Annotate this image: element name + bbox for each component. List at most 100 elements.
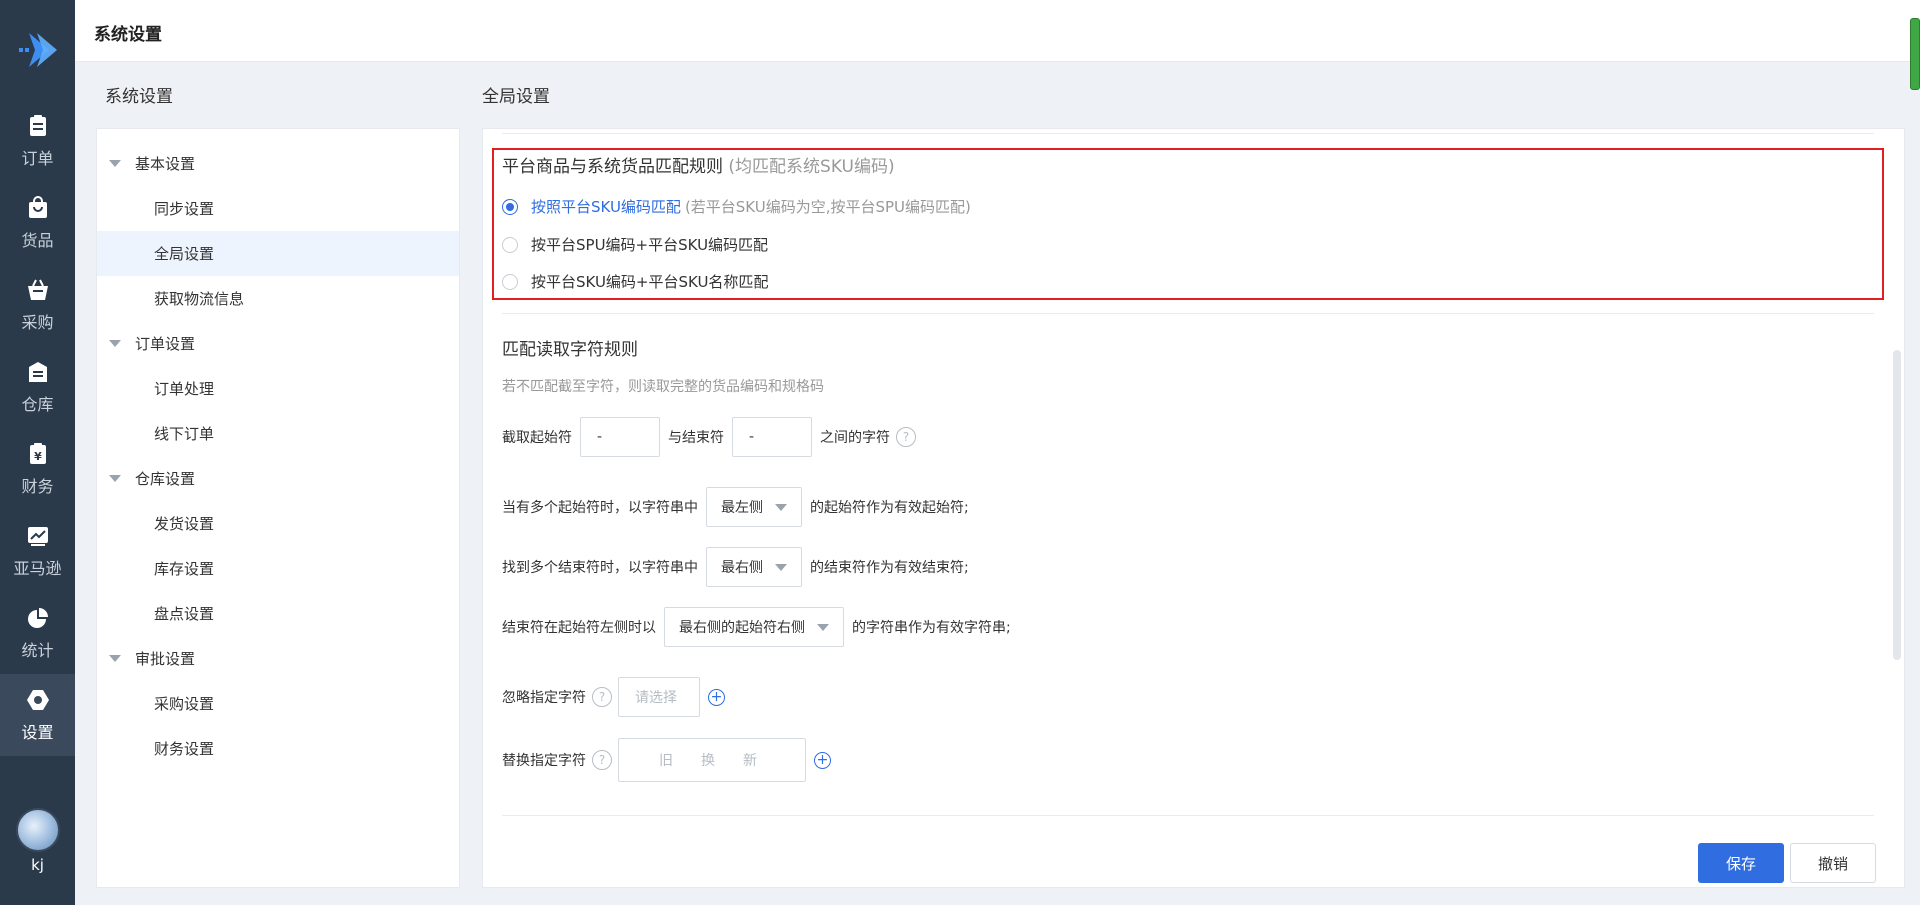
ignore-char-select[interactable]: 请选择 — [618, 677, 700, 717]
settings-icon — [26, 690, 49, 710]
caret-down-icon — [109, 340, 121, 347]
tree-item-order-process[interactable]: 订单处理 — [97, 366, 459, 411]
ignore-label: 忽略指定字符 — [502, 690, 586, 706]
top-divider — [502, 133, 1874, 134]
ignore-row: 忽略指定字符 ? 请选择 + — [502, 677, 725, 717]
amazon-chart-icon — [27, 527, 48, 546]
help-icon[interactable]: ? — [592, 687, 612, 707]
option-label: 按平台SPU编码+平台SKU编码匹配 — [531, 236, 769, 254]
radio-icon[interactable] — [502, 273, 518, 290]
tree-item-offline-order[interactable]: 线下订单 — [97, 411, 459, 456]
settings-tree-title: 系统设置 — [105, 87, 173, 107]
help-icon[interactable]: ? — [592, 750, 612, 770]
multi-end-row: 找到多个结束符时，以字符串中 最右侧 的结束符作为有效结束符; — [502, 547, 969, 587]
tree-label: 审批设置 — [135, 650, 196, 668]
nav-item-finance[interactable]: ¥ 财务 — [0, 428, 75, 510]
tree-label: 线下订单 — [154, 425, 215, 443]
tree-item-sync[interactable]: 同步设置 — [97, 186, 459, 231]
nav-item-label: 设置 — [21, 723, 54, 742]
tree-label: 订单设置 — [135, 335, 196, 353]
help-icon[interactable]: ? — [896, 427, 916, 447]
nav-item-orders[interactable]: 订单 — [0, 100, 75, 182]
tree-label: 发货设置 — [154, 515, 215, 533]
tree-label: 财务设置 — [154, 740, 215, 758]
match-option-spu-sku[interactable]: 按平台SPU编码+平台SKU编码匹配 — [502, 234, 768, 255]
nav-item-settings[interactable]: 设置 — [0, 674, 75, 756]
caret-down-icon — [109, 475, 121, 482]
multi-start-select[interactable]: 最左侧 — [706, 487, 802, 527]
match-option-sku-name[interactable]: 按平台SKU编码+平台SKU名称匹配 — [502, 271, 768, 292]
settings-tree: 基本设置 同步设置 全局设置 获取物流信息 订单设置 订单处理 线下订单 仓库设… — [96, 128, 460, 888]
select-value: 最左侧 — [721, 500, 763, 516]
nav-item-label: 货品 — [21, 231, 54, 250]
tree-item-inventory[interactable]: 库存设置 — [97, 546, 459, 591]
tree-item-global[interactable]: 全局设置 — [97, 231, 459, 276]
match-option-sku[interactable]: 按照平台SKU编码匹配 (若平台SKU编码为空,按平台SPU编码匹配) — [502, 196, 971, 217]
chevron-down-icon — [775, 503, 787, 511]
select-value: 最右侧 — [721, 560, 763, 576]
content-scrollbar[interactable] — [1893, 350, 1901, 660]
nav-item-label: 仓库 — [21, 395, 54, 414]
tree-label: 仓库设置 — [135, 470, 196, 488]
match-rule-title-hint: (均匹配系统SKU编码) — [728, 157, 895, 177]
option-label: 按照平台SKU编码匹配 — [531, 198, 681, 216]
tree-group-basic[interactable]: 基本设置 — [97, 141, 459, 186]
page-title: 系统设置 — [94, 25, 162, 45]
multi-end-suffix: 的结束符作为有效结束符; — [810, 560, 969, 576]
nav-item-label: 亚马逊 — [13, 559, 62, 578]
nav-item-goods[interactable]: 货品 — [0, 182, 75, 264]
save-button[interactable]: 保存 — [1698, 843, 1784, 883]
tree-item-logistics[interactable]: 获取物流信息 — [97, 276, 459, 321]
warehouse-icon — [28, 362, 47, 382]
read-rule-desc: 若不匹配截至字符，则读取完整的货品编码和规格码 — [502, 379, 824, 395]
tree-item-stocktake[interactable]: 盘点设置 — [97, 591, 459, 636]
purchase-icon — [27, 279, 48, 300]
tree-item-finance-approval[interactable]: 财务设置 — [97, 726, 459, 771]
caret-down-icon — [109, 160, 121, 167]
tree-label: 订单处理 — [154, 380, 215, 398]
multi-end-select[interactable]: 最右侧 — [706, 547, 802, 587]
radio-icon[interactable] — [502, 236, 518, 253]
tree-label: 采购设置 — [154, 695, 215, 713]
nav-item-label: 统计 — [21, 641, 54, 660]
match-rule-title: 平台商品与系统货品匹配规则 (均匹配系统SKU编码) — [502, 152, 895, 177]
page-scrollbar[interactable] — [1910, 18, 1920, 90]
bottom-divider — [502, 815, 1874, 816]
avatar — [15, 808, 60, 852]
radio-selected-icon[interactable] — [502, 198, 518, 215]
end-char-input[interactable]: - — [732, 417, 812, 457]
multi-start-suffix: 的起始符作为有效起始符; — [810, 500, 969, 516]
replace-char-input[interactable]: 旧 换 新 — [618, 738, 806, 782]
option-label: 按平台SKU编码+平台SKU名称匹配 — [531, 273, 769, 291]
global-settings-title: 全局设置 — [482, 87, 550, 107]
tree-group-approval[interactable]: 审批设置 — [97, 636, 459, 681]
read-rule-title: 匹配读取字符规则 — [502, 340, 638, 360]
nav-item-stats[interactable]: 统计 — [0, 592, 75, 674]
tree-group-order[interactable]: 订单设置 — [97, 321, 459, 366]
tree-group-warehouse[interactable]: 仓库设置 — [97, 456, 459, 501]
nav-item-purchase[interactable]: 采购 — [0, 264, 75, 346]
add-icon[interactable]: + — [814, 751, 831, 769]
match-rule-title-text: 平台商品与系统货品匹配规则 — [502, 157, 723, 177]
replace-old: 旧 — [659, 753, 673, 769]
extract-row: 截取起始符 - 与结束符 - 之间的字符 ? — [502, 417, 916, 457]
start-char-input[interactable]: - — [580, 417, 660, 457]
tree-item-shipping[interactable]: 发货设置 — [97, 501, 459, 546]
tree-label: 全局设置 — [154, 245, 215, 263]
nav-item-label: 订单 — [21, 149, 54, 168]
order-icon — [29, 115, 46, 136]
chevron-down-icon — [775, 563, 787, 571]
extract-prefix: 截取起始符 — [502, 430, 572, 446]
user-name: kj — [31, 856, 44, 874]
tree-label: 基本设置 — [135, 155, 196, 173]
app-logo[interactable] — [0, 0, 75, 100]
nav-item-amazon[interactable]: 亚马逊 — [0, 510, 75, 592]
nav-item-warehouse[interactable]: 仓库 — [0, 346, 75, 428]
end-left-select[interactable]: 最右侧的起始符右侧 — [664, 607, 844, 647]
tree-item-purchase-approval[interactable]: 采购设置 — [97, 681, 459, 726]
nav-item-label: 采购 — [21, 313, 54, 332]
add-icon[interactable]: + — [708, 688, 725, 706]
finance-icon: ¥ — [29, 443, 46, 464]
cancel-button[interactable]: 撤销 — [1790, 843, 1876, 883]
user-profile[interactable]: kj — [0, 808, 75, 888]
